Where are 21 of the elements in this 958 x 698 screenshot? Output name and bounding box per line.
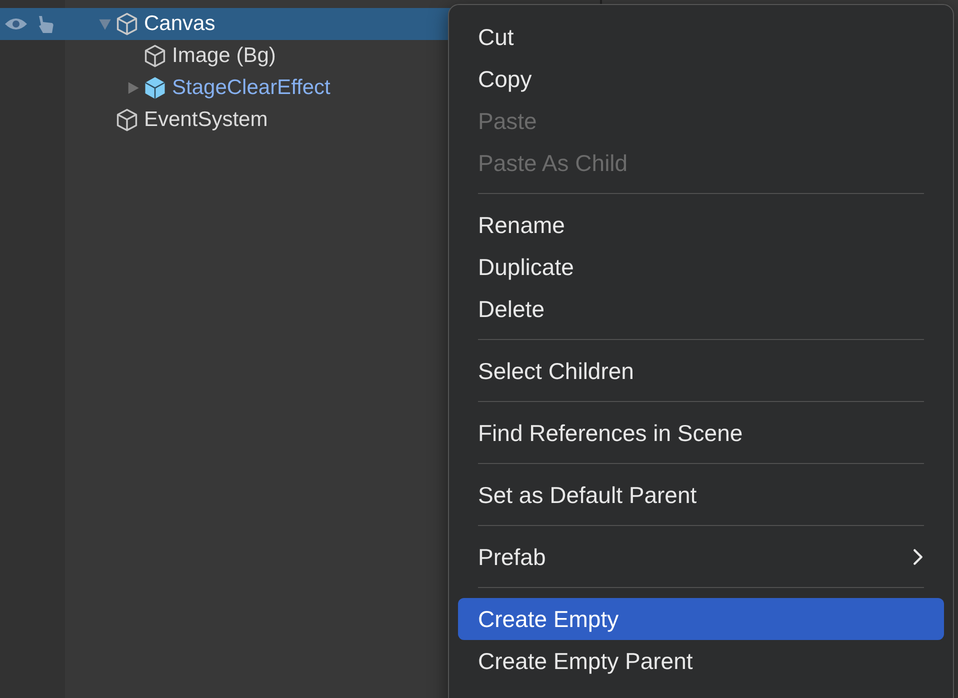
object-name: EventSystem [144, 108, 268, 132]
object-name: StageClearEffect [172, 76, 330, 100]
menu-item[interactable]: Create Empty [458, 598, 944, 640]
object-name: Image (Bg) [172, 44, 276, 68]
menu-item[interactable]: Create Empty Parent [458, 640, 944, 682]
menu-item[interactable]: Delete [458, 288, 944, 330]
menu-item[interactable]: Copy [458, 58, 944, 100]
menu-item[interactable]: Find References in Scene [458, 412, 944, 454]
cube-icon [142, 75, 168, 101]
expanded-arrow-icon[interactable] [98, 17, 112, 31]
chevron-right-icon [912, 548, 924, 566]
menu-item[interactable]: Rename [458, 204, 944, 246]
collapsed-arrow-icon[interactable] [126, 81, 140, 95]
object-name: Canvas [144, 12, 216, 36]
menu-item[interactable]: Set as Default Parent [458, 474, 944, 516]
cube-icon [114, 11, 140, 37]
cube-icon [114, 107, 140, 133]
cube-icon [142, 43, 168, 69]
menu-item[interactable]: Prefab [458, 536, 944, 578]
menu-item[interactable]: Duplicate [458, 246, 944, 288]
menu-item[interactable]: Select Children [458, 350, 944, 392]
